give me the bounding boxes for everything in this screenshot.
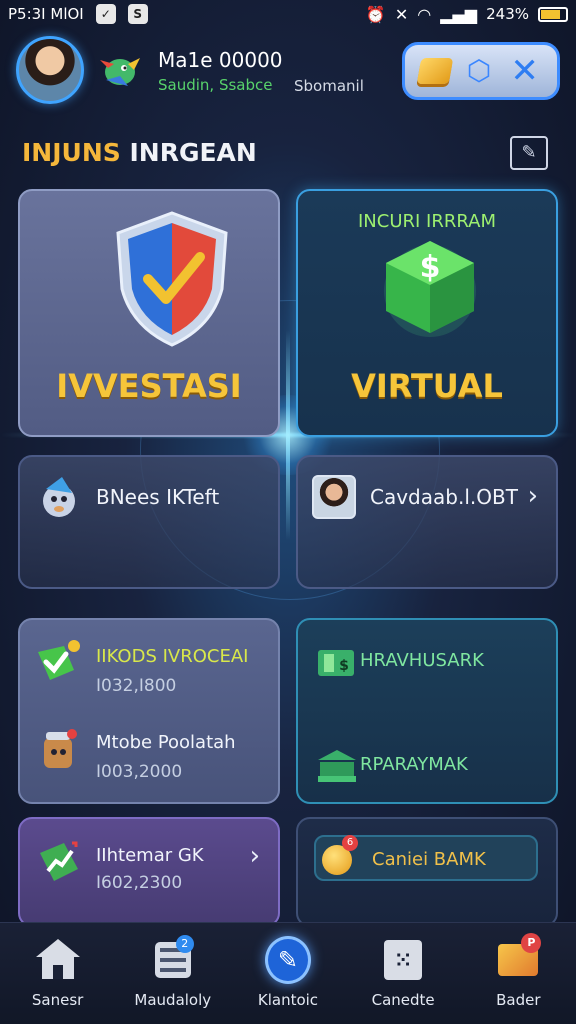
list-left-row2-title: Mtobe Poolatah: [96, 732, 236, 753]
note-icon[interactable]: ✎: [510, 136, 548, 170]
list-left-row1-value: I032,I800: [96, 676, 177, 696]
avatar[interactable]: [16, 36, 84, 104]
user-role: Sbomanil: [294, 77, 364, 95]
mascot-icon: [43, 477, 75, 517]
list-icon: 2: [150, 935, 196, 983]
section-title: INJUNS INRGEAN: [22, 138, 257, 167]
growth-chart-icon: [40, 841, 78, 881]
nav-item-list[interactable]: 2 Maudaloly: [118, 935, 228, 1009]
bank-label: Caniei BAMK: [372, 849, 486, 870]
virtual-label: VIRTUAL: [351, 367, 503, 405]
list-right-card[interactable]: $ HRAVHUSARK RPARAYMAK: [296, 618, 558, 804]
user-subtitle: Saudin, Ssabce: [158, 76, 273, 94]
svg-text:$: $: [339, 658, 349, 674]
nav-badge-list: 2: [175, 935, 194, 953]
virtual-subtitle: INCURI IRRRAM: [358, 211, 496, 232]
person-avatar-icon: [312, 475, 356, 519]
mid-left-label: BNees IKTeft: [96, 485, 220, 509]
list-right-row2-title: RPARAYMAK: [360, 754, 468, 775]
nav-badge-mail: P: [521, 933, 542, 953]
mid-right-card[interactable]: Cavdaab.l.OBT ›: [296, 455, 558, 589]
list-right-row1-title: HRAVHUSARK: [360, 650, 484, 671]
status-bar: P5:3I MlOI ✓ S ⏰ ✕ ◠ ▂▄▆ 243%: [0, 0, 576, 28]
mid-right-label: Cavdaab.l.OBT: [370, 485, 518, 509]
nav-label-list: Maudaloly: [134, 991, 212, 1009]
list-left-row2-value: I003,2000: [96, 762, 183, 782]
nav-item-calculator[interactable]: ⁙ Canedte: [348, 937, 458, 1009]
money-bill-icon: $: [318, 650, 354, 676]
calculator-icon: ⁙: [380, 937, 426, 983]
battery-icon: [538, 6, 568, 22]
chevron-right-icon[interactable]: ›: [528, 481, 538, 511]
bottom-nav: Sanesr 2 Maudaloly ✎ Klantoic ⁙ Canedte …: [0, 922, 576, 1024]
jar-icon: [44, 729, 77, 768]
gem-icon[interactable]: ⬡: [464, 56, 494, 86]
edit-icon: ✎: [264, 936, 311, 984]
nav-label-mail: Bader: [496, 991, 541, 1009]
bottom-right-card[interactable]: 6 Caniei BAMK: [296, 817, 558, 927]
coin-badge: 6: [342, 835, 358, 851]
bank-icon: [318, 750, 356, 782]
status-time: P5:3I MlOI: [8, 5, 84, 23]
nav-label-home: Sanesr: [31, 991, 84, 1009]
notification-icon: ✓: [95, 4, 116, 24]
nav-item-active[interactable]: ✎ Klantoic: [233, 936, 343, 1009]
mail-icon: P: [495, 933, 542, 983]
bottom-left-value: I602,2300: [96, 873, 183, 893]
bottom-left-card[interactable]: IIhtemar GK I602,2300 ›: [18, 817, 280, 927]
virtual-card[interactable]: INCURI IRRRAM $ VIRTUAL: [296, 189, 558, 437]
home-icon: [35, 937, 81, 983]
bank-button[interactable]: 6 Caniei BAMK: [314, 835, 538, 881]
wifi-icon: ◠: [417, 4, 432, 24]
check-badge-icon: [38, 640, 80, 680]
list-left-card[interactable]: IIKODS IVROCEAI I032,I800 Mtobe Poolatah…: [18, 618, 280, 804]
mid-left-card[interactable]: BNees IKTeft: [18, 455, 280, 589]
user-name: Ma1e 00000: [158, 48, 283, 72]
profile-header: Ma1e 00000 Saudin, Ssabce Sbomanil ⬡ ✕: [0, 30, 576, 114]
investasi-label: IVVESTASI: [56, 367, 242, 405]
list-left-row1-title: IIKODS IVROCEAI: [96, 646, 249, 667]
gold-bar-icon[interactable]: [417, 58, 454, 84]
svg-text:$: $: [420, 250, 441, 285]
shield-icon: [116, 211, 228, 347]
investasi-card[interactable]: IVVESTASI: [18, 189, 280, 437]
chevron-right-icon[interactable]: ›: [250, 841, 260, 871]
bird-logo-icon: [100, 58, 140, 86]
header-actions: ⬡ ✕: [402, 42, 560, 100]
battery-percent: 243%: [486, 5, 529, 23]
app-notification-icon: S: [127, 4, 148, 24]
cash-stack-icon: $: [384, 241, 476, 337]
nav-item-mail[interactable]: P Bader: [463, 933, 573, 1009]
nav-label-calculator: Canedte: [371, 991, 435, 1009]
signal-icon: ▂▄▆: [440, 4, 478, 24]
sync-icon: ✕: [394, 4, 409, 24]
close-icon[interactable]: ✕: [507, 53, 543, 89]
bottom-left-title: IIhtemar GK: [96, 845, 204, 866]
nav-label-active: Klantoic: [257, 991, 319, 1009]
alarm-icon: ⏰: [365, 4, 386, 24]
nav-item-home[interactable]: Sanesr: [3, 937, 113, 1009]
